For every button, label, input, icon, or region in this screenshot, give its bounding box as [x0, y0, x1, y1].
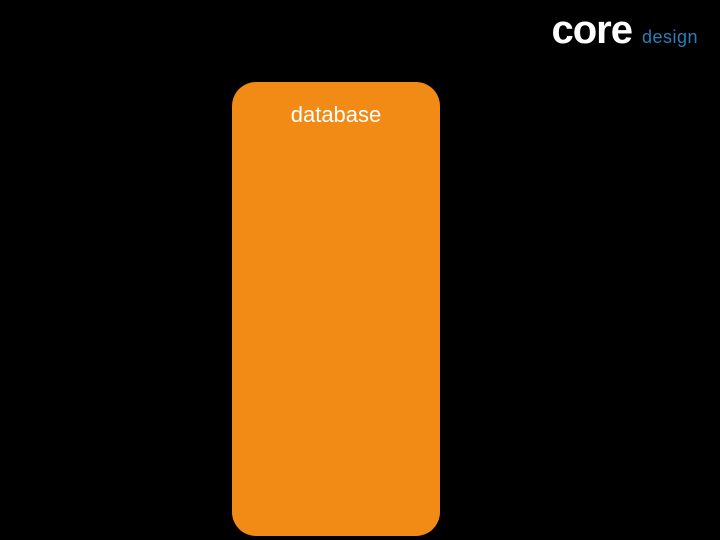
- header-design-text: design: [642, 27, 698, 48]
- database-panel: database: [232, 82, 440, 536]
- header-core-text: core: [551, 8, 632, 53]
- database-panel-label: database: [232, 102, 440, 128]
- slide-header: core design: [551, 8, 698, 53]
